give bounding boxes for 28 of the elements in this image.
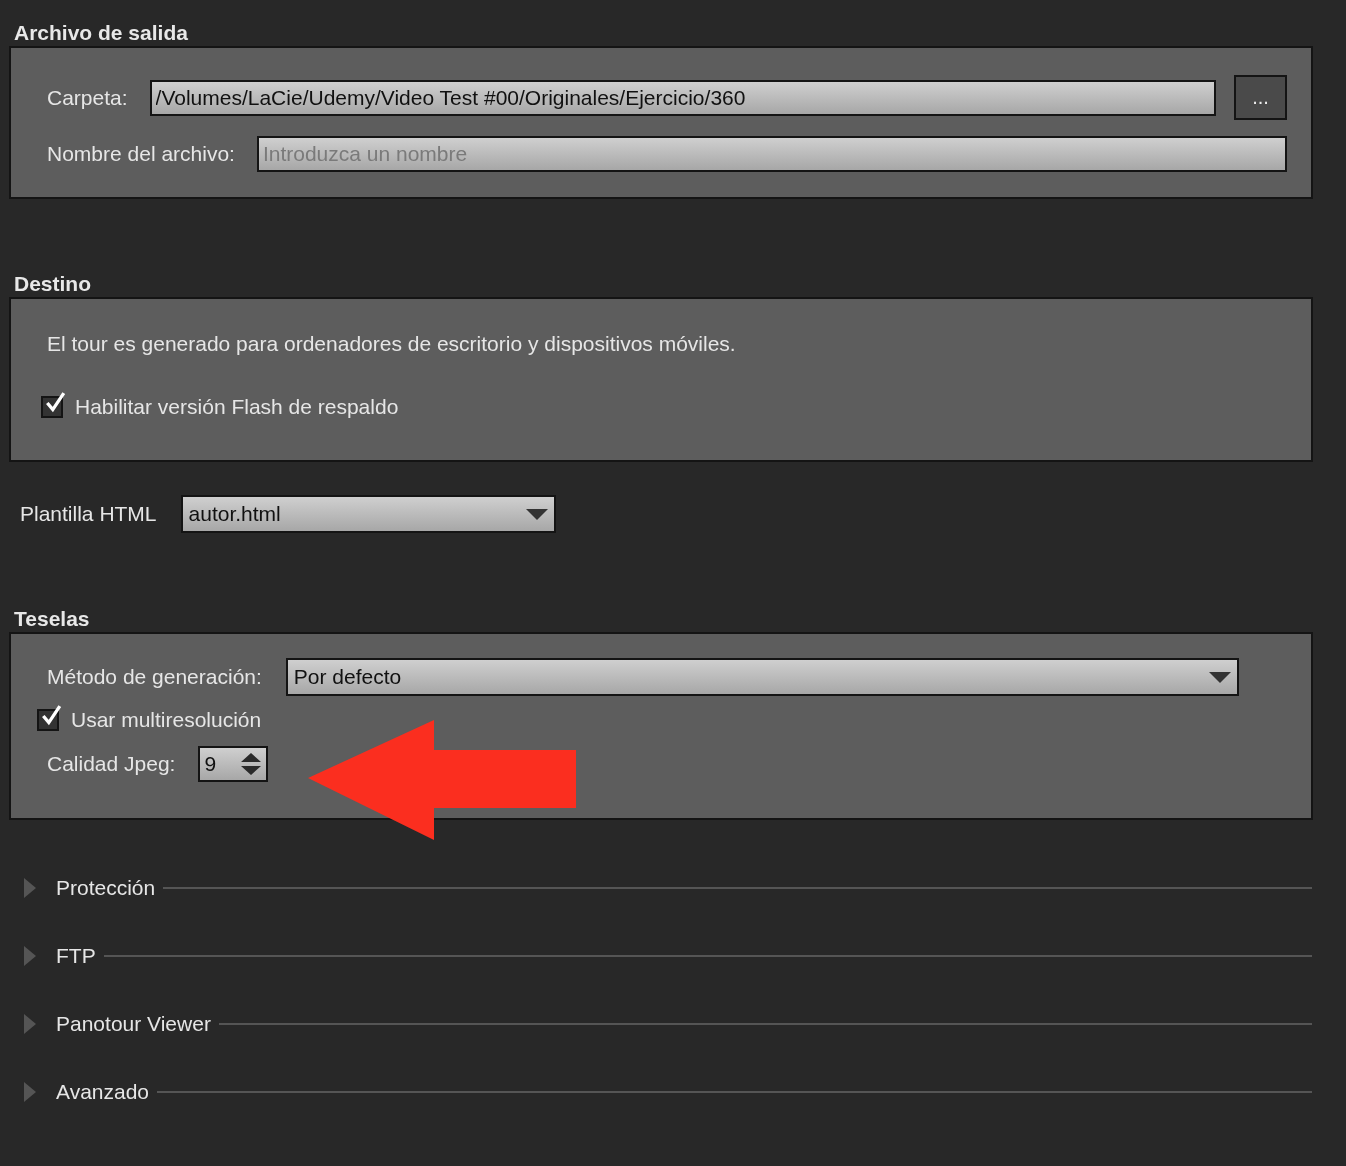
section-header[interactable]: FTP bbox=[56, 944, 96, 968]
checkbox-label: Usar multiresolución bbox=[71, 708, 262, 732]
caret-icon bbox=[525, 508, 548, 520]
template-dropdown[interactable]: autor.html bbox=[180, 495, 556, 533]
field-label: Plantilla HTML bbox=[20, 502, 157, 526]
checkbox-label: Habilitar versión Flash de respaldo bbox=[75, 395, 399, 419]
description-text: El tour es generado para ordenadores de escritorio y dispositivos móviles. bbox=[47, 331, 737, 357]
section-title: Archivo de salida bbox=[14, 20, 189, 46]
stepper-icon[interactable] bbox=[240, 751, 263, 777]
field-label: Carpeta: bbox=[47, 85, 128, 110]
caret-icon bbox=[1209, 671, 1231, 683]
section-header[interactable]: Avanzado bbox=[56, 1080, 150, 1104]
disclosure-icon[interactable] bbox=[24, 1014, 36, 1034]
quality-spinbox[interactable]: 9 bbox=[198, 746, 269, 782]
disclosure-icon[interactable] bbox=[24, 1082, 36, 1102]
disclosure-icon[interactable] bbox=[24, 878, 36, 898]
folder-field[interactable]: /Volumes/LaCie/Udemy/Video Test #00/Originales/Ejercicio/360 bbox=[149, 79, 1216, 116]
section-header[interactable]: Panotour Viewer bbox=[56, 1012, 211, 1036]
section-title: Teselas bbox=[14, 606, 91, 632]
disclosure-icon[interactable] bbox=[24, 946, 36, 966]
file-name-field[interactable]: Introduzca un nombre bbox=[256, 136, 1287, 172]
browse-button[interactable]: ... bbox=[1234, 75, 1287, 120]
section-header[interactable]: Protección bbox=[56, 876, 156, 900]
method-dropdown[interactable]: Por defecto bbox=[285, 658, 1239, 696]
field-label: Calidad Jpeg: bbox=[47, 752, 176, 776]
field-label: Método de generación: bbox=[47, 665, 262, 689]
field-label: Nombre del archivo: bbox=[47, 142, 235, 166]
section-title: Destino bbox=[14, 271, 92, 297]
